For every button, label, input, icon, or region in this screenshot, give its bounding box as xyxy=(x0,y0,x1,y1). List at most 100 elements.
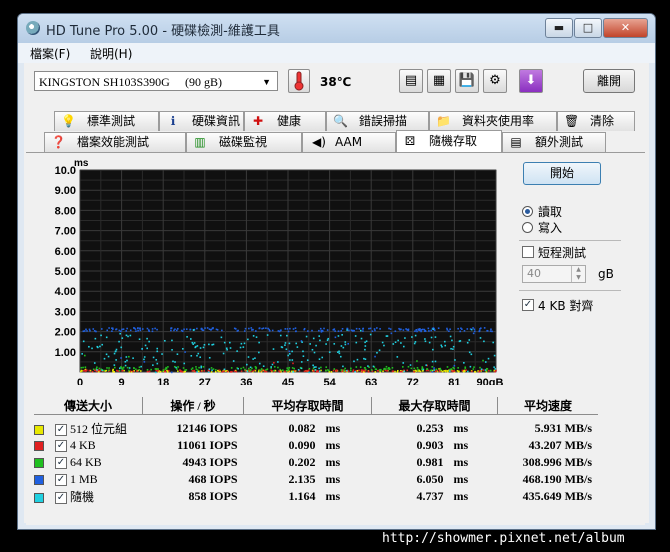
data-point xyxy=(311,329,313,332)
data-point xyxy=(247,356,250,358)
data-point xyxy=(484,361,487,363)
ops-cell: 858 IOPS xyxy=(188,489,238,503)
copy-text-icon[interactable]: ▤ xyxy=(399,69,423,93)
drive-select[interactable]: KINGSTON SH103S390G (90 gB) ▼ xyxy=(34,71,278,91)
health-icon: ✚ xyxy=(252,114,264,128)
data-point xyxy=(420,330,422,333)
tab-health[interactable]: ✚ 健康 xyxy=(244,111,326,131)
data-point xyxy=(164,368,167,370)
speaker-icon: ◀) xyxy=(312,135,326,149)
menu-help[interactable]: 說明(H) xyxy=(90,45,132,62)
data-point xyxy=(489,369,492,372)
tab-disk-monitor[interactable]: ▥ 磁碟監視 xyxy=(186,132,302,152)
data-point xyxy=(155,359,158,361)
data-point xyxy=(246,370,249,373)
data-point xyxy=(429,369,432,372)
data-point xyxy=(229,341,231,344)
data-point xyxy=(446,329,449,331)
data-point xyxy=(372,365,375,368)
data-point xyxy=(443,340,446,343)
data-point xyxy=(424,338,426,340)
data-point xyxy=(458,340,461,343)
y-tick-label: 9.00 xyxy=(55,185,76,197)
short-stroke-spinner[interactable]: 40 ▲ ▼ xyxy=(522,265,586,283)
data-point xyxy=(468,339,471,341)
tab-label: 清除 xyxy=(590,114,615,128)
series-visibility-checkbox[interactable]: ✓ xyxy=(55,440,67,453)
data-point xyxy=(253,369,256,372)
minimize-button[interactable]: ▬ xyxy=(545,18,573,38)
max-access-cell: 0.253 xyxy=(416,421,444,435)
data-point xyxy=(416,360,418,362)
align-4kb-checkbox[interactable]: ✓ xyxy=(522,299,534,311)
series-visibility-checkbox[interactable]: ✓ xyxy=(55,457,67,470)
data-point xyxy=(334,330,336,332)
data-point xyxy=(192,329,195,331)
transfer-size-label: 隨機 xyxy=(70,490,95,504)
options-icon[interactable]: ⚙ xyxy=(483,69,507,93)
data-point xyxy=(448,370,451,372)
short-stroke-checkbox[interactable] xyxy=(522,246,534,258)
data-point xyxy=(431,366,434,368)
data-point xyxy=(465,369,467,372)
menu-bar: 檔案(F) 說明(H) xyxy=(18,43,655,63)
maximize-button[interactable]: □ xyxy=(574,18,602,38)
data-point xyxy=(179,369,181,372)
data-point xyxy=(460,327,462,330)
save-icon[interactable]: 💾 xyxy=(455,69,479,93)
series-visibility-checkbox[interactable]: ✓ xyxy=(55,424,67,437)
data-point xyxy=(470,328,473,331)
tab-aam[interactable]: ◀) AAM xyxy=(302,132,396,152)
data-point xyxy=(448,330,450,332)
copy-screenshot-icon[interactable]: ▦ xyxy=(427,69,451,93)
y-axis-unit: ms xyxy=(74,158,89,169)
data-point xyxy=(129,370,132,373)
tab-info[interactable]: ℹ 硬碟資訊 xyxy=(159,111,244,131)
data-point xyxy=(239,346,242,349)
close-button[interactable]: ✕ xyxy=(603,18,648,38)
data-point xyxy=(99,345,101,348)
data-point xyxy=(271,329,274,332)
tab-random-access[interactable]: ⚄ 隨機存取 xyxy=(396,130,502,152)
series-visibility-checkbox[interactable]: ✓ xyxy=(55,492,67,505)
data-point xyxy=(146,327,149,330)
data-point xyxy=(196,327,198,330)
tab-file-benchmark[interactable]: ❓ 檔案效能測試 xyxy=(44,132,186,152)
data-point xyxy=(120,330,122,333)
data-point xyxy=(126,327,128,330)
data-point xyxy=(170,371,173,374)
data-point xyxy=(195,368,198,370)
tab-folder-usage[interactable]: 📁 資料夾使用率 xyxy=(429,111,557,131)
download-icon[interactable]: ⬇ xyxy=(519,69,543,93)
tab-error-scan[interactable]: 🔍 錯誤掃描 xyxy=(326,111,429,131)
exit-button[interactable]: 離開 xyxy=(583,69,635,93)
data-point xyxy=(379,328,381,330)
results-header-row: 傳送大小 操作 / 秒 平均存取時間 最大存取時間 平均速度 xyxy=(34,397,598,415)
data-point xyxy=(463,362,465,364)
data-point xyxy=(487,357,490,360)
data-point xyxy=(364,358,367,361)
data-point xyxy=(88,369,91,372)
data-point xyxy=(327,337,330,340)
data-point xyxy=(413,367,416,370)
read-radio[interactable] xyxy=(522,206,533,217)
max-access-unit: ms xyxy=(453,455,469,469)
data-point xyxy=(199,356,201,359)
series-visibility-checkbox[interactable]: ✓ xyxy=(55,474,67,487)
write-radio[interactable] xyxy=(522,222,533,233)
spinner-arrows-icon[interactable]: ▲ ▼ xyxy=(571,266,585,282)
data-point xyxy=(414,369,417,372)
data-point xyxy=(355,327,358,330)
data-point xyxy=(143,361,146,363)
data-point xyxy=(433,367,435,369)
data-point xyxy=(279,371,281,373)
data-point xyxy=(248,367,250,370)
data-point xyxy=(151,330,154,333)
menu-file[interactable]: 檔案(F) xyxy=(30,45,70,62)
tab-erase[interactable]: 🗑 清除 xyxy=(557,111,635,131)
data-point xyxy=(337,335,340,337)
tab-benchmark[interactable]: 💡 標準測試 xyxy=(54,111,159,131)
start-button[interactable]: 開始 xyxy=(523,162,601,185)
tab-extra-tests[interactable]: ▤ 額外測試 xyxy=(502,132,606,152)
data-point xyxy=(353,360,355,363)
